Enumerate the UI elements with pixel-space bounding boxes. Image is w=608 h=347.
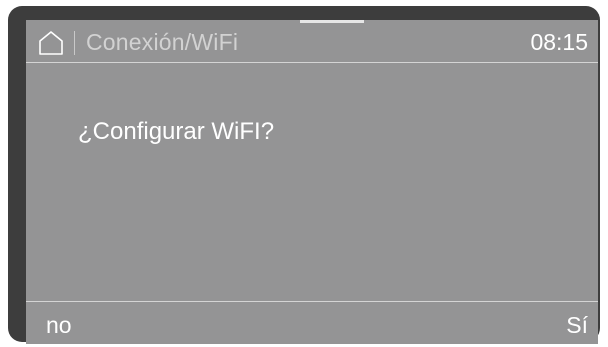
page-title: Conexión/WiFi	[86, 29, 239, 55]
home-icon[interactable]	[38, 30, 64, 56]
no-button[interactable]: no	[46, 312, 72, 339]
footer-bar: no Sí	[26, 301, 598, 344]
display-screen: Conexión/WiFi 08:15 ¿Configurar WiFI? no…	[26, 20, 598, 344]
dialog-question: ¿Configurar WiFI?	[78, 118, 275, 145]
device-display-frame: Conexión/WiFi 08:15 ¿Configurar WiFI? no…	[8, 6, 600, 344]
yes-button[interactable]: Sí	[566, 312, 588, 339]
clock: 08:15	[530, 29, 588, 55]
header-divider	[74, 31, 75, 55]
header-bar: Conexión/WiFi 08:15	[26, 20, 598, 63]
